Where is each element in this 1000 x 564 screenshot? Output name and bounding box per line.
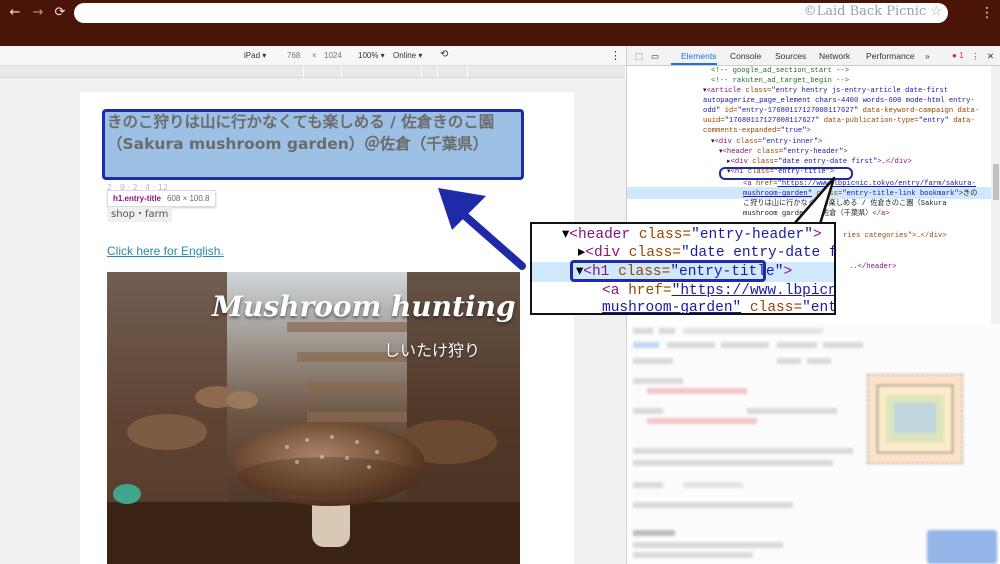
zoom-line: mushroom-garden" class="entry-t bbox=[602, 300, 836, 315]
entry-title[interactable]: きのこ狩りは山に行かなくても楽しめる / 佐倉きのこ園（Sakura mushr… bbox=[107, 111, 519, 155]
tab-network[interactable]: Network bbox=[819, 51, 850, 61]
browser-toolbar: ← → ⟳ ©Laid Back Picnic ☆ ⋮ bbox=[0, 0, 1000, 26]
reload-icon[interactable]: ⟳ bbox=[51, 4, 69, 22]
dom-line: odd" id="entry-17680117127008117627" dat… bbox=[703, 107, 980, 115]
zoom-line: ▾<header class="entry-header"> bbox=[562, 227, 822, 243]
tab-elements[interactable]: Elements bbox=[681, 51, 716, 61]
zoom-callout: ▾<header class="entry-header"> ▸<div cla… bbox=[530, 222, 836, 315]
promo-logo bbox=[927, 530, 997, 564]
dom-line: ries categories">…</div> bbox=[843, 232, 947, 240]
network-select[interactable]: Online ▾ bbox=[393, 51, 422, 60]
device-toolbar: iPad ▾ 768 × 1024 100% ▾ Online ▾ ⟲ ⋮ bbox=[0, 46, 626, 66]
bookmark-star-icon[interactable]: ☆ bbox=[930, 4, 942, 19]
browser-menu-icon[interactable]: ⋮ bbox=[980, 4, 994, 22]
tab-performance[interactable]: Performance bbox=[866, 51, 915, 61]
tooltip-size: 608 × 100.8 bbox=[167, 194, 210, 203]
back-arrow-icon[interactable]: ← bbox=[6, 4, 24, 22]
zoom-line: <a href="https://www.lbpicnic.t bbox=[602, 283, 834, 299]
dom-line: autopagerize_page_element chars-4400 wor… bbox=[703, 97, 975, 105]
zoom-select[interactable]: 100% ▾ bbox=[358, 51, 385, 60]
address-bar[interactable]: ©Laid Back Picnic ☆ bbox=[74, 3, 948, 23]
inspect-element-icon[interactable]: ⬚ bbox=[635, 51, 643, 62]
dom-scroll-thumb[interactable] bbox=[993, 164, 999, 200]
dom-line[interactable]: <a href="https://www.lbpicnic.tokyo/entr… bbox=[743, 179, 976, 189]
devtools-menu-icon[interactable]: ⋮ bbox=[971, 51, 980, 62]
dom-line: uuid="17680117127008117627" data-publica… bbox=[703, 117, 975, 125]
english-link[interactable]: Click here for English. bbox=[107, 244, 224, 258]
dom-line: comments-expanded="true"> bbox=[703, 127, 811, 135]
media-query-ruler[interactable] bbox=[0, 66, 626, 78]
dom-line[interactable]: <!-- google_ad_section_start --> bbox=[711, 66, 849, 76]
hero-title: Mushroom hunting bbox=[212, 290, 516, 323]
watermark-text: ©Laid Back Picnic ☆ bbox=[803, 4, 942, 19]
tooltip-selector: h1.entry-title bbox=[113, 194, 162, 203]
styles-panel bbox=[627, 324, 1000, 564]
device-mode-icon[interactable]: ▭ bbox=[651, 51, 659, 62]
dom-line: mushroom-garden" class="entry-title-link… bbox=[743, 190, 978, 198]
rotate-icon[interactable]: ⟲ bbox=[440, 49, 448, 60]
inspect-tooltip: h1.entry-title 608 × 100.8 bbox=[107, 190, 216, 207]
dom-line: ..</header> bbox=[849, 263, 897, 271]
bookmarks-bar bbox=[0, 26, 1000, 46]
hero-subtitle: しいたけ狩り bbox=[384, 341, 481, 360]
dimension-times: × bbox=[312, 51, 317, 60]
close-devtools-icon[interactable]: ✕ bbox=[987, 51, 994, 62]
dom-line[interactable]: ▾<article class="entry hentry js-entry-a… bbox=[703, 86, 948, 96]
annotation-arrow-icon bbox=[438, 188, 526, 270]
height-field[interactable]: 1024 bbox=[324, 51, 342, 60]
forward-arrow-icon[interactable]: → bbox=[29, 4, 47, 22]
width-field[interactable]: 768 bbox=[287, 51, 300, 60]
zoom-highlight-oval bbox=[570, 260, 766, 282]
error-badge[interactable]: ● 1 bbox=[952, 51, 964, 60]
dom-line[interactable]: ▾<div class="entry-inner"> bbox=[711, 137, 822, 147]
tab-sources[interactable]: Sources bbox=[775, 51, 806, 61]
devtools-tabs: ⬚ ▭ Elements Console Sources Network Per… bbox=[627, 46, 1000, 66]
tab-console[interactable]: Console bbox=[730, 51, 761, 61]
category-tag[interactable]: shop・farm bbox=[107, 207, 173, 222]
dom-line[interactable]: ▾<header class="entry-header"> bbox=[719, 147, 848, 157]
box-model-diagram bbox=[867, 374, 963, 464]
dom-line[interactable]: ▸<div class="date entry-date first">…</d… bbox=[727, 157, 912, 167]
device-menu-icon[interactable]: ⋮ bbox=[610, 49, 621, 62]
device-select[interactable]: iPad ▾ bbox=[244, 51, 266, 60]
more-tabs-button[interactable]: » bbox=[925, 51, 930, 61]
callout-pointer bbox=[790, 176, 836, 228]
dom-line[interactable]: <!-- rakuten_ad_target_begin --> bbox=[711, 76, 849, 86]
